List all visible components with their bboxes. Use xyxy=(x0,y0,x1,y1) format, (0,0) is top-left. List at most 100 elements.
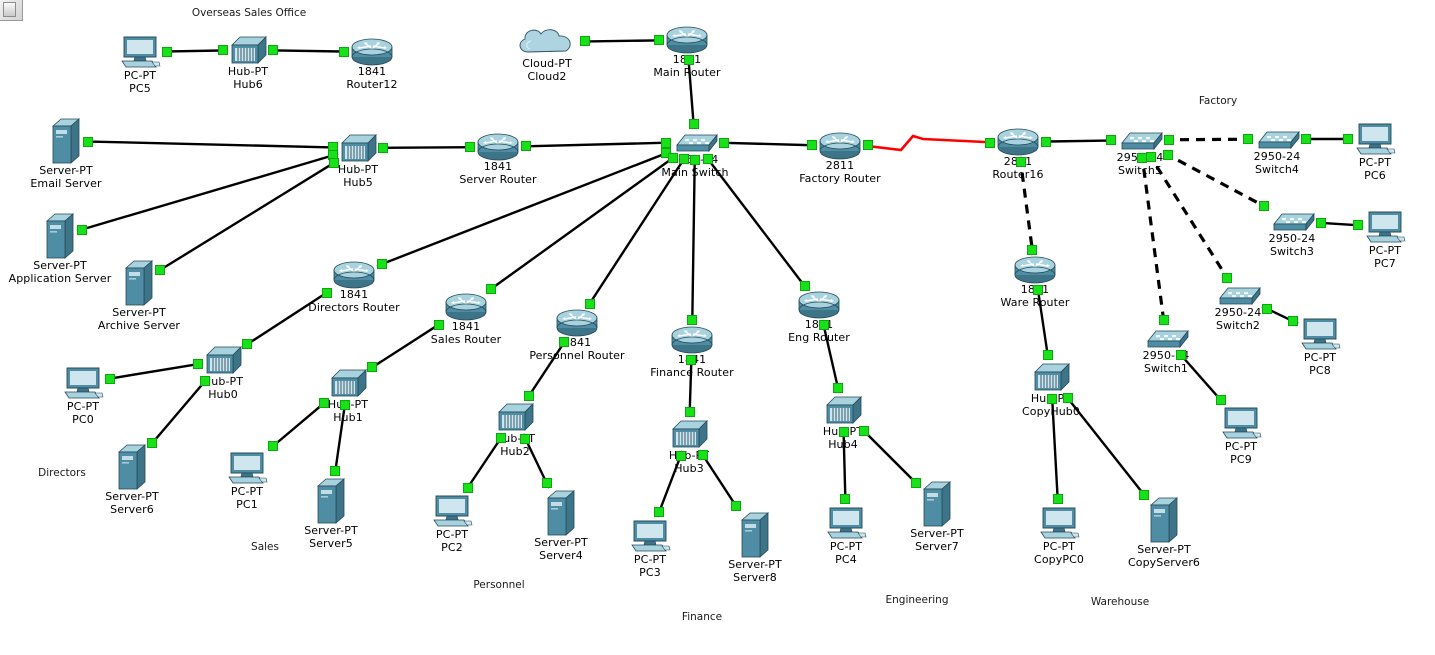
port-status-dot xyxy=(684,407,695,417)
device-name: PC1 xyxy=(236,497,258,511)
port-status-dot xyxy=(1315,217,1326,228)
link-factoryrtr-router16[interactable] xyxy=(862,134,996,152)
hub-icon xyxy=(669,417,709,451)
port-status-dot xyxy=(218,45,228,56)
port-status-dot xyxy=(339,46,349,57)
port-status-dot xyxy=(1163,150,1174,161)
device-name: Router12 xyxy=(346,77,398,91)
router-icon xyxy=(817,131,863,161)
port-status-dot xyxy=(1040,136,1051,147)
device-label-server5: Server-PT Server5 xyxy=(304,524,358,550)
device-label-personnelrtr: 1841 Personnel Router xyxy=(529,336,625,362)
port-status-dot xyxy=(838,426,849,437)
router-icon xyxy=(1012,255,1058,285)
link-appsrv-hub5[interactable] xyxy=(76,152,339,233)
port-status-dot xyxy=(1015,156,1026,167)
device-label-serverrtr: 1841 Server Router xyxy=(459,160,536,186)
pc-icon xyxy=(1219,404,1263,442)
port-status-dot xyxy=(1258,200,1269,211)
device-label-appsrv: Server-PT Application Server xyxy=(8,259,112,285)
port-status-dot xyxy=(495,433,506,444)
port-status-dot xyxy=(702,153,713,164)
link-hub0-pc0[interactable] xyxy=(104,362,204,381)
link-switch5-switch4[interactable] xyxy=(1163,137,1254,142)
port-status-dot xyxy=(579,36,590,47)
device-name: CopyServer6 xyxy=(1127,555,1201,569)
link-emailsrv-hub5[interactable] xyxy=(82,140,339,149)
device-model: Server-PT xyxy=(105,490,159,503)
port-status-dot xyxy=(799,281,810,292)
device-label-hub5: Hub-PT Hub5 xyxy=(338,163,378,189)
link-hub5-serverrtr[interactable] xyxy=(377,145,476,150)
device-name: CopyPC0 xyxy=(1034,552,1084,566)
port-status-dot xyxy=(1106,135,1116,146)
router-icon xyxy=(475,132,521,162)
port-status-dot xyxy=(689,154,700,165)
device-model: PC-PT xyxy=(1042,540,1076,553)
device-name: Hub5 xyxy=(343,175,373,189)
port-status-dot xyxy=(1222,272,1233,283)
link-mainswitch-factoryrtr[interactable] xyxy=(718,141,818,147)
topology-canvas[interactable]: PC-PT PC5 Hub-PT Hub6 1841 Router12 Cloud-PT Cl… xyxy=(0,0,1435,655)
link-archivesrv-hub5[interactable] xyxy=(155,159,339,274)
device-name: Server4 xyxy=(539,548,583,562)
port-status-dot xyxy=(911,478,922,489)
device-model: PC-PT xyxy=(435,528,469,541)
link-switch5-switch1[interactable] xyxy=(1140,152,1166,326)
device-name: Sales Router xyxy=(430,332,502,346)
link-serverrtr-mainswitch[interactable] xyxy=(520,141,672,148)
port-status-dot xyxy=(367,362,378,373)
device-name: Email Server xyxy=(30,176,102,190)
port-status-dot xyxy=(161,46,172,57)
router-icon xyxy=(554,308,600,338)
device-label-server6: Server-PT Server6 xyxy=(105,490,159,516)
link-hub0-server6[interactable] xyxy=(148,376,210,448)
device-model: 2950-24 xyxy=(1253,150,1301,163)
device-name: PC4 xyxy=(835,552,857,566)
link-cloud2-mainrouter[interactable] xyxy=(579,39,665,43)
device-label-copypc0: PC-PT CopyPC0 xyxy=(1034,540,1084,566)
pc-icon xyxy=(225,449,269,487)
port-status-dot xyxy=(1052,494,1063,504)
port-status-dot xyxy=(667,152,678,163)
port-status-dot xyxy=(688,119,699,129)
port-status-dot xyxy=(1343,134,1353,144)
zone-personnel: Personnel xyxy=(473,579,525,591)
link-hub6-router12[interactable] xyxy=(267,49,350,53)
device-name: Hub3 xyxy=(674,461,704,475)
port-status-dot xyxy=(520,433,531,444)
server-icon xyxy=(49,116,83,166)
router-icon xyxy=(796,290,842,320)
port-status-dot xyxy=(242,339,253,350)
switch-icon xyxy=(1214,282,1262,308)
port-status-dot xyxy=(858,425,869,436)
device-label-pc6: PC-PT PC6 xyxy=(1359,156,1391,182)
device-name: Server5 xyxy=(309,536,353,550)
port-status-dot xyxy=(377,142,388,153)
device-name: PC7 xyxy=(1374,256,1396,270)
device-label-server4: Server-PT Server4 xyxy=(534,536,588,562)
port-status-dot xyxy=(840,494,851,504)
device-name: Personnel Router xyxy=(529,348,625,362)
device-label-pc0: PC-PT PC0 xyxy=(67,400,99,426)
port-status-dot xyxy=(462,482,473,493)
server-icon xyxy=(1147,495,1181,545)
port-status-dot xyxy=(1243,134,1253,145)
port-status-dot xyxy=(1062,392,1073,403)
panel-corner-widget[interactable] xyxy=(0,0,23,21)
device-label-pc2: PC-PT PC2 xyxy=(435,528,469,554)
switch-icon xyxy=(1268,208,1316,234)
device-name: Directors Router xyxy=(308,300,400,314)
link-router16-switch5[interactable] xyxy=(1040,139,1117,143)
device-name: Application Server xyxy=(8,271,112,285)
device-label-copysrv6: Server-PT CopyServer6 xyxy=(1127,543,1201,569)
router-icon xyxy=(995,127,1041,157)
port-status-dot xyxy=(1027,245,1038,256)
port-status-dot xyxy=(718,137,729,148)
device-model: PC-PT xyxy=(829,540,863,553)
device-label-pc4: PC-PT PC4 xyxy=(829,540,863,566)
device-model: PC-PT xyxy=(1303,351,1337,364)
port-status-dot xyxy=(267,441,278,452)
server-icon xyxy=(920,479,954,529)
link-mainswitch-financertr[interactable] xyxy=(691,154,697,326)
